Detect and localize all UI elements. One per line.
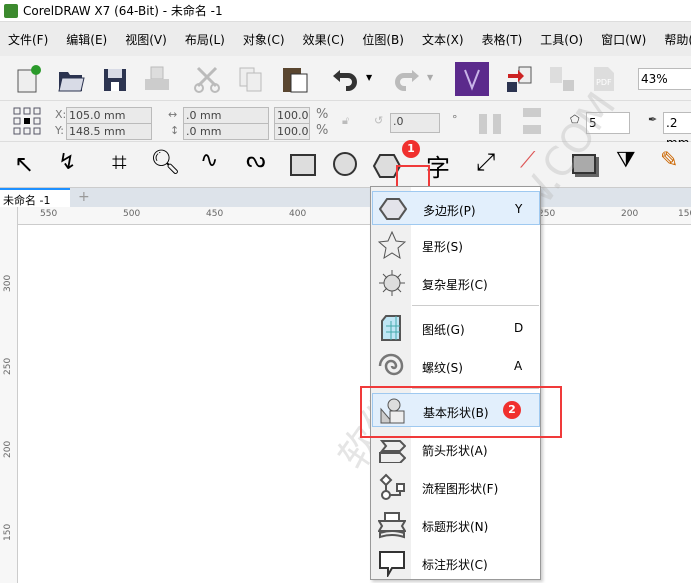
mirror-horizontal-icon[interactable] <box>476 108 506 138</box>
open-folder-icon[interactable] <box>56 64 86 94</box>
polygon-flyout-menu: 多边形(P) Y 星形(S) 复杂星形(C) 图纸(G) D 螺纹(S) A 基本形状… <box>370 186 541 580</box>
menu-bitmaps[interactable]: 位图(B) <box>362 31 404 48</box>
svg-text:PDF: PDF <box>596 78 612 87</box>
ellipse-tool-icon[interactable] <box>333 152 357 176</box>
menu-item-flowchart-shapes[interactable]: 流程图形状(F) <box>372 470 540 504</box>
artistic-media-tool-icon[interactable]: ᔓ <box>246 148 276 178</box>
redo-icon[interactable] <box>392 64 422 94</box>
rotation-angle-input[interactable]: .0 <box>390 113 440 133</box>
menu-help[interactable]: 帮助(H) <box>664 31 691 48</box>
menu-file[interactable]: 文件(F) <box>8 31 48 48</box>
undo-dropdown-icon[interactable]: ▼ <box>366 73 372 82</box>
menu-window[interactable]: 窗口(W) <box>601 31 646 48</box>
add-tab-icon[interactable]: + <box>78 189 90 205</box>
scale-y-input[interactable]: 100.0 <box>274 123 310 140</box>
percent-label-x: % <box>316 107 329 122</box>
vertical-ruler[interactable]: 300 250 200 150 <box>0 207 18 583</box>
callout-shapes-icon <box>379 551 405 577</box>
y-position-input[interactable]: 148.5 mm <box>66 123 152 140</box>
undo-icon[interactable] <box>330 64 360 94</box>
text-tool-icon[interactable]: 字 <box>426 148 456 182</box>
star-icon <box>378 231 406 259</box>
width-icon: ↔ <box>168 108 178 121</box>
step-badge-2: 2 <box>503 401 521 419</box>
app-logo-icon <box>4 3 18 18</box>
menu-item-spiral[interactable]: 螺纹(S) A <box>372 349 540 383</box>
document-tab[interactable]: 未命名 -1 <box>0 188 70 207</box>
flowchart-shapes-icon <box>379 473 405 500</box>
graph-paper-icon <box>381 315 401 341</box>
ruler-tick: 400 <box>289 209 307 219</box>
x-label: X: <box>55 108 67 121</box>
pick-tool-icon[interactable]: ↖ <box>14 150 44 180</box>
ruler-tick: 150 <box>678 209 691 219</box>
percent-label-y: % <box>316 123 329 138</box>
window-title: CorelDRAW X7 (64-Bit) - 未命名 -1 <box>23 4 223 18</box>
height-icon: ↕ <box>170 124 180 137</box>
menu-effects[interactable]: 效果(C) <box>303 31 345 48</box>
horizontal-ruler[interactable]: 550 500 450 400 350 300 250 200 150 <box>18 207 691 225</box>
ruler-tick: 450 <box>206 209 224 219</box>
height-input[interactable]: .0 mm <box>183 123 269 140</box>
copy-icon[interactable] <box>236 64 266 94</box>
print-icon[interactable] <box>142 64 172 94</box>
width-input[interactable]: .0 mm <box>183 107 269 124</box>
spiral-icon <box>378 353 404 376</box>
basic-shapes-highlight <box>360 386 562 438</box>
scale-x-input[interactable]: 100.0 <box>274 107 310 124</box>
menu-table[interactable]: 表格(T) <box>482 31 523 48</box>
import-icon[interactable] <box>505 64 535 94</box>
menu-item-banner-shapes[interactable]: 标题形状(N) <box>372 508 540 542</box>
ruler-tick: 250 <box>3 357 13 375</box>
menu-tools[interactable]: 工具(O) <box>540 31 583 48</box>
menu-item-callout-shapes[interactable]: 标注形状(C) <box>372 546 540 580</box>
zoom-level-input[interactable]: 43% <box>638 68 691 90</box>
transparency-tool-icon[interactable]: ⧩ <box>616 148 646 178</box>
paste-icon[interactable] <box>280 63 310 93</box>
ruler-tick: 300 <box>3 274 13 292</box>
cut-icon[interactable] <box>192 64 222 94</box>
menu-item-graph-paper[interactable]: 图纸(G) D <box>372 311 540 345</box>
crop-tool-icon[interactable]: ⌗ <box>112 148 142 178</box>
document-tab-bar <box>0 188 691 207</box>
shape-tool-icon[interactable]: ↯ <box>58 150 88 180</box>
reference-point-icon[interactable] <box>12 106 42 136</box>
ruler-tick: 200 <box>3 440 13 458</box>
menu-item-polygon[interactable]: 多边形(P) Y <box>372 191 540 225</box>
menu-item-star[interactable]: 星形(S) <box>372 228 540 262</box>
ruler-tick: 550 <box>40 209 58 219</box>
outline-width-input[interactable]: .2 mm <box>663 112 691 150</box>
corel-connect-icon[interactable] <box>455 62 489 96</box>
menu-object[interactable]: 对象(C) <box>243 31 285 48</box>
ruler-tick: 150 <box>3 523 13 541</box>
step-badge-1: 1 <box>402 140 420 158</box>
menu-item-complex-star[interactable]: 复杂星形(C) <box>372 266 540 300</box>
banner-shapes-icon <box>378 512 406 539</box>
save-icon[interactable] <box>100 64 130 94</box>
polygon-icon <box>379 198 407 220</box>
rectangle-tool-icon[interactable] <box>290 154 316 176</box>
y-label: Y: <box>55 124 64 137</box>
lock-ratio-icon[interactable]: 🔓︎ <box>342 114 349 128</box>
complex-star-icon <box>379 270 405 296</box>
menu-layout[interactable]: 布局(L) <box>185 31 225 48</box>
rotate-icon: ↺ <box>374 114 384 127</box>
ruler-tick: 200 <box>621 209 639 219</box>
zoom-tool-icon[interactable]: 🔍︎ <box>150 148 180 178</box>
new-document-icon[interactable] <box>12 64 42 94</box>
menu-text[interactable]: 文本(X) <box>422 31 464 48</box>
x-position-input[interactable]: 105.0 mm <box>66 107 152 124</box>
redo-dropdown-icon[interactable]: ▼ <box>427 73 433 82</box>
dimension-tool-icon[interactable]: ⤢ <box>476 148 506 178</box>
ruler-tick: 500 <box>123 209 141 219</box>
outline-pen-icon: ✒ <box>648 113 658 126</box>
menu-edit[interactable]: 编辑(E) <box>66 31 107 48</box>
eyedropper-tool-icon[interactable]: ✎ <box>660 148 690 178</box>
freehand-tool-icon[interactable]: ∿ <box>200 148 230 178</box>
title-bar: CorelDRAW X7 (64-Bit) - 未命名 -1 <box>0 0 691 22</box>
menu-bar: 文件(F) 编辑(E) 视图(V) 布局(L) 对象(C) 效果(C) 位图(B… <box>0 22 691 56</box>
arrow-shapes-icon <box>379 440 406 463</box>
menu-view[interactable]: 视图(V) <box>125 31 167 48</box>
degree-label: ° <box>452 113 458 126</box>
